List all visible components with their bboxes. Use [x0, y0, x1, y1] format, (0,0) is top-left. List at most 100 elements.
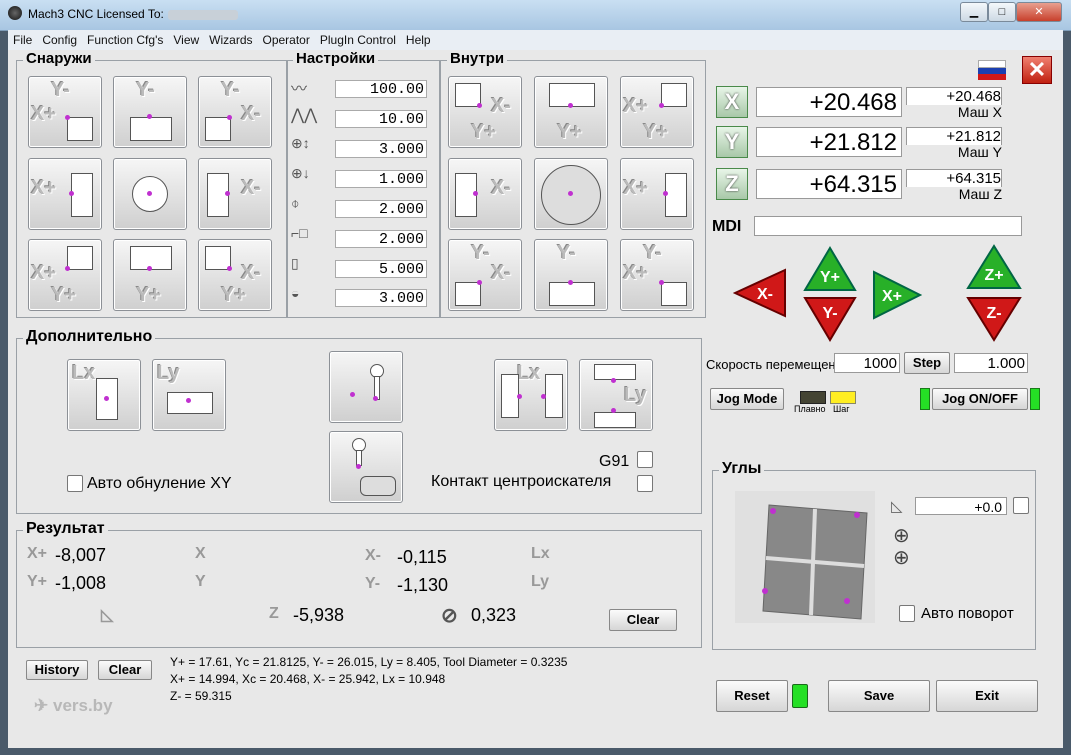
mdi-label: MDI	[712, 218, 742, 235]
auto-zero-xy-checkbox[interactable]	[67, 475, 83, 492]
jog-x-minus-button[interactable]: X-	[732, 268, 787, 318]
inside-center-button[interactable]	[534, 158, 608, 230]
inside-xplus-yplus-button[interactable]: X+ Y+	[620, 76, 694, 148]
menu-view[interactable]: View	[168, 30, 204, 50]
probe-tool-button[interactable]	[329, 431, 403, 503]
jog-y-plus-button[interactable]: Y+	[803, 246, 857, 292]
setting-plate[interactable]: 3.000	[335, 289, 427, 307]
measure-lx-button[interactable]: Lx	[67, 359, 141, 431]
jog-z-plus-button[interactable]: Z+	[966, 244, 1022, 290]
inside-yplus-button[interactable]: Y+	[534, 76, 608, 148]
probe-z-button[interactable]	[329, 351, 403, 423]
angle-checkbox[interactable]	[1013, 497, 1029, 514]
save-button[interactable]: Save	[828, 680, 930, 712]
menu-config[interactable]: Config	[37, 30, 82, 50]
result-clear-button[interactable]: Clear	[609, 609, 677, 631]
menu-function-cfgs[interactable]: Function Cfg's	[82, 30, 168, 50]
jog-z-minus-button[interactable]: Z-	[966, 296, 1022, 342]
menu-wizards[interactable]: Wizards	[204, 30, 257, 50]
dro-z-value[interactable]: +64.315	[756, 169, 902, 199]
setting-retract[interactable]: 3.000	[335, 140, 427, 158]
smooth-indicator	[800, 391, 826, 404]
setting-depth[interactable]: 1.000	[335, 170, 427, 188]
russian-flag-icon[interactable]	[978, 60, 1006, 80]
jog-speed-input[interactable]: 1000	[834, 353, 900, 373]
mdi-input[interactable]	[754, 216, 1022, 236]
feed-slow-icon: ⋀⋀	[291, 107, 318, 124]
outside-xminus-button[interactable]: X-	[198, 158, 272, 230]
ly-result-icon: Ly	[531, 573, 550, 590]
outside-xplus-yplus-button[interactable]: X+ Y+	[28, 239, 102, 311]
zero-y-button[interactable]: Y	[716, 126, 748, 158]
angle-diagram[interactable]	[735, 491, 875, 623]
outside-xplus-yminus-button[interactable]: Y- X+	[28, 76, 102, 148]
outside-xminus-yminus-button[interactable]: Y- X-	[198, 76, 272, 148]
zero-x-button[interactable]: X	[716, 86, 748, 118]
xminus-result-icon: X-	[365, 547, 381, 564]
depth-icon: ⊕↓	[291, 165, 310, 181]
setting-feed-fast[interactable]: 100.00	[335, 80, 427, 98]
outside-yminus-button[interactable]: Y-	[113, 76, 187, 148]
setting-offset[interactable]: 2.000	[335, 230, 427, 248]
wizard-panel: Снаружи Y- X+ Y- Y- X- X+ X- X+ Y+ Y+ X-…	[8, 50, 1063, 748]
setting-probe-height[interactable]: 2.000	[335, 200, 427, 218]
licensee-blurred	[168, 10, 238, 20]
dro-x-machine: +20.468	[906, 87, 1002, 105]
jog-mode-button[interactable]: Jog Mode	[710, 388, 784, 410]
exit-button[interactable]: Exit	[936, 680, 1038, 712]
history-button[interactable]: History	[26, 660, 88, 680]
inside-xminus-yplus-button[interactable]: X- Y+	[448, 76, 522, 148]
inside-ly-button[interactable]: Ly	[579, 359, 653, 431]
minimize-button[interactable]: ▁	[960, 2, 988, 22]
setting-feed-slow[interactable]: 10.00	[335, 110, 427, 128]
result-group: Результат X+ -8,007 X X- -0,115 Lx Y+ -1…	[16, 520, 702, 648]
auto-rotate-checkbox[interactable]	[899, 605, 915, 622]
inside-xminus-button[interactable]: X-	[448, 158, 522, 230]
reset-button[interactable]: Reset	[716, 680, 788, 712]
yc-result-icon: Y	[195, 573, 206, 590]
log-line-3: Z- = 59.315	[170, 689, 232, 703]
menu-operator[interactable]: Operator	[258, 30, 315, 50]
inside-xminus-yminus-button[interactable]: Y- X-	[448, 239, 522, 311]
maximize-button[interactable]: □	[988, 2, 1016, 22]
outside-xminus-yplus-button[interactable]: X- Y+	[198, 239, 272, 311]
svg-text:Z-: Z-	[986, 305, 1001, 322]
dro-x-machine-label: Маш X	[957, 104, 1002, 120]
jog-x-plus-button[interactable]: X+	[872, 270, 923, 320]
inside-lx-button[interactable]: Lx	[494, 359, 568, 431]
window-title: Mach3 CNC Licensed To:	[28, 7, 164, 21]
zero-z-button[interactable]: Z	[716, 168, 748, 200]
inside-title: Внутри	[447, 50, 508, 67]
menu-plugin-control[interactable]: PlugIn Control	[315, 30, 401, 50]
jog-y-minus-button[interactable]: Y-	[803, 296, 857, 342]
jog-onoff-button[interactable]: Jog ON/OFF	[932, 388, 1028, 410]
outside-center-button[interactable]	[113, 158, 187, 230]
close-wizard-button[interactable]: ✕	[1022, 56, 1052, 84]
menu-file[interactable]: File	[8, 30, 37, 50]
inside-xplus-yminus-button[interactable]: Y- X+	[620, 239, 694, 311]
outside-xplus-button[interactable]: X+	[28, 158, 102, 230]
probe-contact-checkbox[interactable]	[637, 475, 653, 492]
angles-title: Углы	[719, 460, 765, 478]
inside-xplus-button[interactable]: X+	[620, 158, 694, 230]
setting-distance[interactable]: 5.000	[335, 260, 427, 278]
close-button[interactable]: ✕	[1016, 2, 1062, 22]
angle-value[interactable]: +0.0	[915, 497, 1007, 515]
auto-zero-xy-label: Авто обнуление XY	[87, 475, 232, 492]
menu-help[interactable]: Help	[401, 30, 436, 50]
probe-height-icon: ⌽	[291, 195, 300, 211]
dro-y-value[interactable]: +21.812	[756, 127, 902, 157]
xminus-result: -0,115	[397, 547, 447, 567]
svg-text:Y-: Y-	[822, 305, 837, 322]
log-clear-button[interactable]: Clear	[98, 660, 152, 680]
offset-icon: ⌐□	[291, 225, 308, 241]
additional-group: Дополнительно Lx Ly Lx Ly Авто обнуление…	[16, 328, 702, 514]
step-input[interactable]: 1.000	[954, 353, 1028, 373]
outside-yplus-button[interactable]: Y+	[113, 239, 187, 311]
dro-x-value[interactable]: +20.468	[756, 87, 902, 117]
step-button[interactable]: Step	[904, 352, 950, 374]
measure-ly-button[interactable]: Ly	[152, 359, 226, 431]
g91-checkbox[interactable]	[637, 451, 653, 468]
crosshair-icon-2[interactable]: ⊕	[893, 545, 910, 570]
inside-yminus-button[interactable]: Y-	[534, 239, 608, 311]
